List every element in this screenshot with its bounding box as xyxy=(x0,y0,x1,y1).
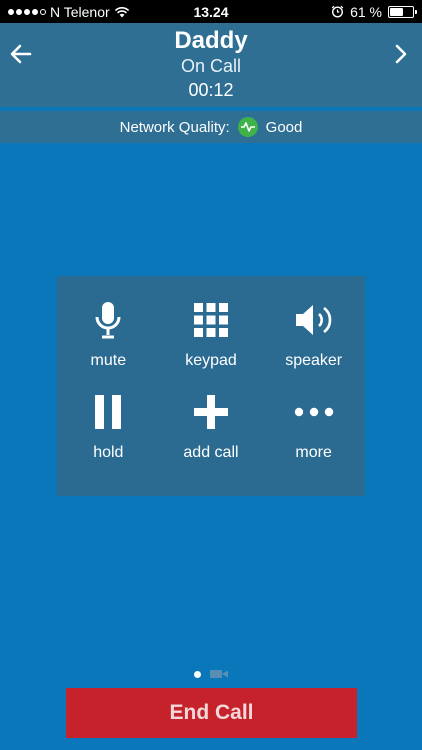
back-button[interactable] xyxy=(6,39,36,69)
add-call-button[interactable]: add call xyxy=(160,390,263,482)
status-right: 61 % xyxy=(331,3,417,20)
status-bar: N Telenor 13.24 61 % xyxy=(0,0,422,23)
network-quality-icon xyxy=(237,117,258,137)
page-dot-active[interactable] xyxy=(193,670,201,678)
forward-button[interactable] xyxy=(386,39,416,69)
more-button[interactable]: more xyxy=(262,390,365,482)
status-left: N Telenor xyxy=(8,4,331,20)
keypad-grid-icon xyxy=(189,298,233,342)
battery-percent: 61 % xyxy=(350,3,382,20)
carrier-name: N Telenor xyxy=(50,3,110,20)
keypad-label: keypad xyxy=(185,352,237,369)
microphone-icon xyxy=(86,298,130,342)
call-controls-panel: mute keypad speaker hold add call more xyxy=(57,276,365,496)
chevron-right-icon xyxy=(395,44,407,64)
network-quality-label: Network Quality: xyxy=(119,118,230,136)
signal-strength-icon xyxy=(8,8,46,15)
more-label: more xyxy=(295,444,332,461)
contact-name: Daddy xyxy=(174,27,248,54)
speaker-button[interactable]: speaker xyxy=(262,298,365,390)
network-quality-bar: Network Quality: Good xyxy=(0,111,422,143)
arrow-left-icon xyxy=(10,44,32,64)
alarm-clock-icon xyxy=(331,5,344,18)
more-dots-icon xyxy=(292,390,336,434)
hold-button[interactable]: hold xyxy=(57,390,160,482)
pause-icon xyxy=(86,390,130,434)
call-duration: 00:12 xyxy=(188,80,234,100)
call-header: Daddy On Call 00:12 xyxy=(0,23,422,107)
call-state: On Call xyxy=(180,56,242,76)
end-call-button[interactable]: End Call xyxy=(66,688,357,738)
battery-fill xyxy=(390,7,404,16)
keypad-button[interactable]: keypad xyxy=(160,298,263,390)
plus-icon xyxy=(189,390,233,434)
mute-button[interactable]: mute xyxy=(57,298,160,390)
video-camera-icon[interactable] xyxy=(209,669,229,679)
battery-icon xyxy=(388,5,417,18)
mute-label: mute xyxy=(90,352,127,369)
page-indicator xyxy=(0,667,422,681)
speaker-icon xyxy=(292,298,336,342)
add-call-label: add call xyxy=(183,444,239,461)
network-quality-value: Good xyxy=(265,118,303,136)
hold-label: hold xyxy=(93,444,124,461)
speaker-label: speaker xyxy=(285,352,343,369)
wifi-icon xyxy=(114,6,129,17)
